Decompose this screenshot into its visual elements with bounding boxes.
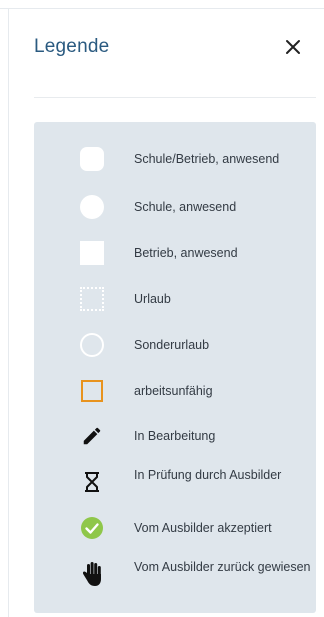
orange-outline-square-icon	[79, 378, 105, 404]
legend-item-company-present: Betrieb, anwesend	[34, 238, 316, 268]
legend-item-in-review: In Prüfung durch Ausbilder	[34, 467, 316, 497]
legend-item-label: Urlaub	[134, 292, 171, 306]
filled-circle-icon	[79, 194, 105, 220]
legend-item-label: Schule/Betrieb, anwesend	[134, 152, 280, 166]
hand-icon	[79, 561, 105, 587]
legend-item-unfit-for-work: arbeitsunfähig	[34, 376, 316, 406]
panel-left-border	[8, 8, 9, 617]
legend-item-label: arbeitsunfähig	[134, 384, 213, 398]
legend-item-in-progress: In Bearbeitung	[34, 421, 316, 451]
legend-item-label: Schule, anwesend	[134, 200, 237, 214]
legend-item-vacation: Urlaub	[34, 284, 316, 314]
legend-item-label: Sonderurlaub	[134, 338, 210, 352]
check-circle-icon	[79, 515, 105, 541]
legend-item-label: Vom Ausbilder akzeptiert	[134, 521, 272, 535]
pencil-icon	[79, 423, 105, 449]
filled-square-icon	[79, 240, 105, 266]
legend-title: Legende	[34, 36, 110, 57]
hourglass-icon	[79, 469, 105, 495]
outline-circle-icon	[79, 332, 105, 358]
legend-item-rejected: Vom Ausbilder zurück gewiesen	[34, 559, 316, 589]
legend-item-label: In Bearbeitung	[134, 429, 216, 443]
legend-item-school-company-present: Schule/Betrieb, anwesend	[34, 144, 316, 174]
dotted-square-icon	[79, 286, 105, 312]
legend-item-school-present: Schule, anwesend	[34, 192, 316, 222]
legend-item-accepted: Vom Ausbilder akzeptiert	[34, 513, 316, 543]
legend-item-special-leave: Sonderurlaub	[34, 330, 316, 360]
legend-item-label: Vom Ausbilder zurück gewiesen	[134, 560, 311, 574]
rounded-square-icon	[79, 146, 105, 172]
close-icon[interactable]	[281, 35, 305, 59]
legend-item-label: In Prüfung durch Ausbilder	[134, 468, 282, 482]
panel-top-border	[0, 8, 324, 9]
header-divider	[34, 97, 316, 98]
legend-item-label: Betrieb, anwesend	[134, 246, 238, 260]
legend-panel: Schule/Betrieb, anwesend Schule, anwesen…	[34, 122, 316, 613]
